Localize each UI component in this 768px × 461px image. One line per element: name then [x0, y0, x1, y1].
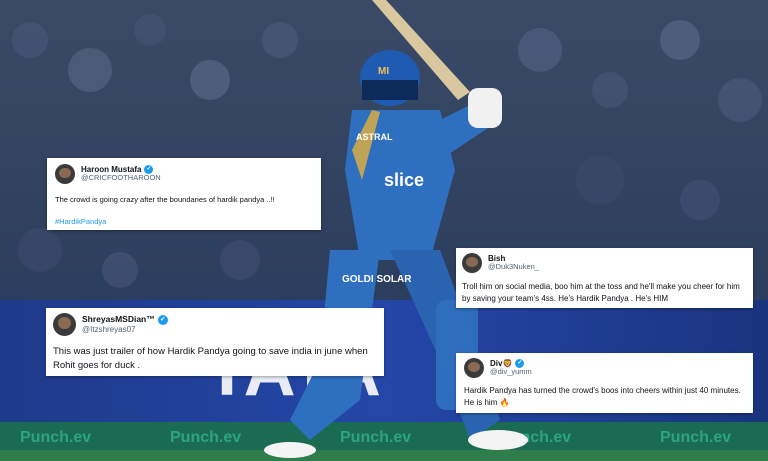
tweet-header: Div🦁 ✓ @div_yumm	[464, 358, 745, 378]
tweet-text: This was just trailer of how Hardik Pand…	[53, 346, 368, 371]
user-handle[interactable]: @div_yumm	[490, 368, 532, 377]
avatar[interactable]	[464, 358, 484, 378]
batting-gloves	[468, 88, 502, 128]
avatar[interactable]	[462, 253, 482, 273]
jersey-sponsor: slice	[384, 170, 424, 190]
verified-icon: ✓	[157, 314, 168, 325]
display-name[interactable]: ShreyasMSDian™	[82, 314, 155, 325]
shirt-logo: ASTRAL	[356, 132, 393, 142]
user-handle[interactable]: @CRICFOOTHAROON	[81, 174, 161, 183]
board-ad-3: Punch.ev	[340, 429, 411, 446]
board-ad-5: Punch.ev	[660, 429, 731, 446]
board-ad-2: Punch.ev	[170, 429, 241, 446]
pad-logo: GOLDI SOLAR	[342, 274, 412, 285]
user-handle[interactable]: @Duk3Nuken_	[488, 263, 539, 272]
tweet-card-haroon[interactable]: Haroon Mustafa ✓ @CRICFOOTHAROON The cro…	[47, 158, 321, 230]
tweet-card-bish[interactable]: Bish @Duk3Nuken_ Troll him on social med…	[456, 248, 753, 308]
board-ad-1: Punch.ev	[20, 429, 91, 446]
helmet-logo: MI	[378, 66, 389, 77]
user-handle[interactable]: @Itzshreyas07	[82, 325, 168, 334]
tweet-text-container: Hardik Pandya has turned the crowd's boo…	[464, 385, 745, 408]
tweet-text: The crowd is going crazy after the bound…	[55, 195, 275, 204]
fire-icon: 🔥	[499, 397, 510, 407]
avatar[interactable]	[53, 313, 76, 336]
avatar[interactable]	[55, 164, 75, 184]
tweet-text: Troll him on social media, boo him at th…	[462, 282, 740, 303]
tweet-card-shreyas[interactable]: ShreyasMSDian™ ✓ @Itzshreyas07 This was …	[46, 308, 384, 376]
tweet-header: Bish @Duk3Nuken_	[462, 253, 747, 273]
tweet-header: ShreyasMSDian™ ✓ @Itzshreyas07	[53, 313, 377, 336]
tweet-card-div[interactable]: Div🦁 ✓ @div_yumm Hardik Pandya has turne…	[456, 353, 753, 413]
tweet-header: Haroon Mustafa ✓ @CRICFOOTHAROON	[55, 164, 313, 184]
hashtag-link[interactable]: #HardikPandya	[55, 217, 313, 226]
